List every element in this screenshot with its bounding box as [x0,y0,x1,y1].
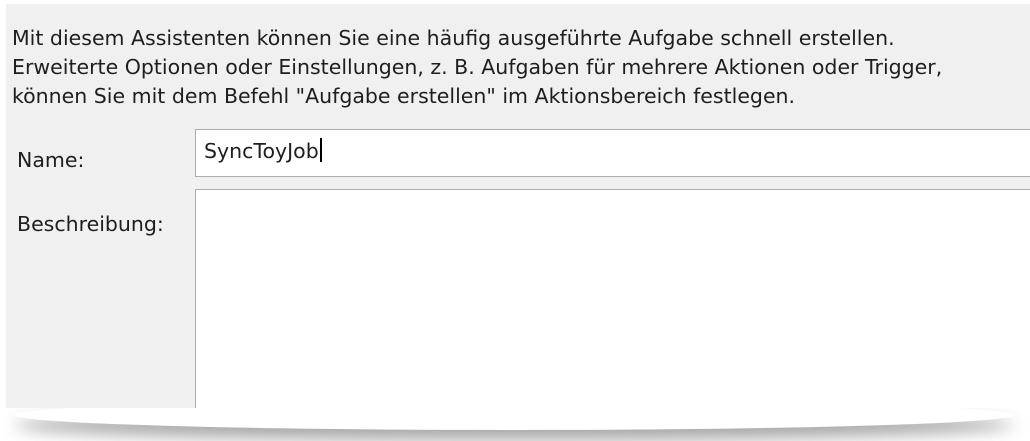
text-caret [319,138,322,162]
intro-line-3: können Sie mit dem Befehl "Aufgabe erste… [12,84,796,108]
description-textarea[interactable] [195,189,1030,408]
create-basic-task-panel: Mit diesem Assistenten können Sie eine h… [6,4,1030,408]
name-label: Name: [17,148,85,172]
name-input-value: SyncToyJob [204,139,319,163]
intro-line-2: Erweiterte Optionen oder Einstellungen, … [12,55,943,79]
intro-line-1: Mit diesem Assistenten können Sie eine h… [12,26,895,50]
name-input[interactable]: SyncToyJob [195,129,1030,177]
description-label: Beschreibung: [17,212,164,236]
intro-text: Mit diesem Assistenten können Sie eine h… [12,24,1022,111]
